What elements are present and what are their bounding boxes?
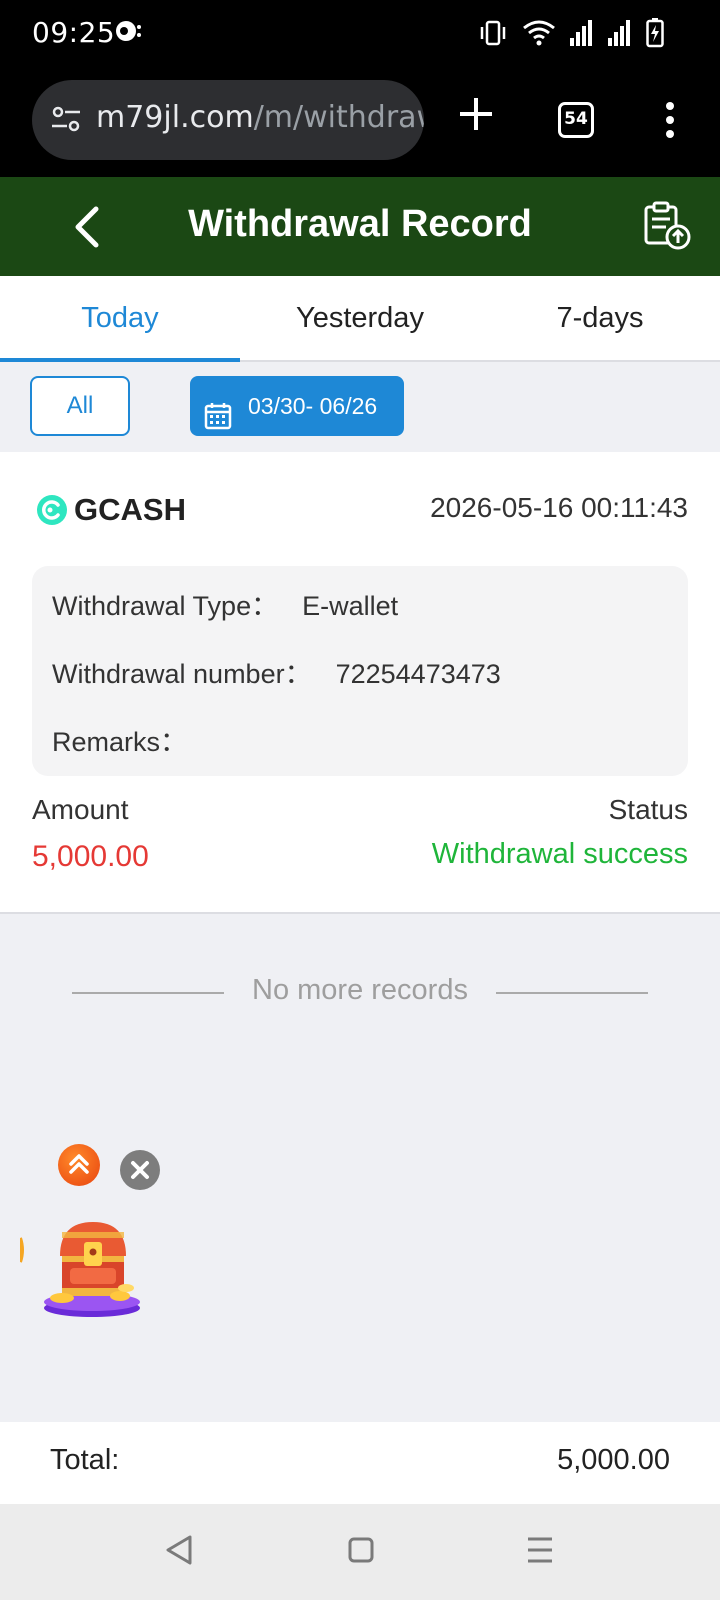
- address-bar[interactable]: m79jl.com/m/withdraw: [32, 80, 424, 160]
- status-label: Status: [608, 794, 688, 825]
- wifi-icon: [522, 19, 556, 52]
- withdrawal-record-card[interactable]: GCASH 2026-05-16 00:11:43 Withdrawal Typ…: [0, 452, 720, 914]
- double-chevron-up-icon: [69, 1154, 89, 1174]
- no-more-records-text: No more records: [252, 974, 468, 1006]
- record-datetime: 2026-05-16 00:11:43: [430, 492, 688, 523]
- amount-value: 5,000.00: [32, 840, 149, 873]
- recents-menu-icon[interactable]: [526, 1534, 554, 1571]
- site-settings-icon[interactable]: [50, 104, 82, 141]
- status-time: 09:25: [32, 16, 116, 49]
- date-tabs: Today Yesterday 7-days: [0, 276, 720, 362]
- date-range-label: 03/30- 06/26: [248, 393, 378, 419]
- page-title: Withdrawal Record: [188, 203, 532, 245]
- menu-kebab-icon[interactable]: [664, 100, 676, 145]
- filter-all-button[interactable]: All: [30, 376, 130, 436]
- withdrawal-type-label: Withdrawal Type：: [52, 591, 279, 621]
- home-square-icon[interactable]: [348, 1534, 374, 1571]
- total-value: 5,000.00: [557, 1444, 670, 1476]
- url-path: /m/withdraw: [253, 100, 424, 135]
- back-triangle-icon[interactable]: [164, 1534, 194, 1571]
- withdrawal-type-row: Withdrawal Type： E-wallet: [52, 584, 398, 623]
- amount-label: Amount: [32, 794, 129, 825]
- total-label: Total:: [50, 1444, 120, 1476]
- date-range-button[interactable]: 03/30- 06/26: [190, 376, 404, 436]
- url-host: m79jl.com: [96, 100, 254, 135]
- gcash-logo-icon: [36, 494, 68, 531]
- withdrawal-number-value: 72254473473: [335, 659, 501, 689]
- withdrawal-type-value: E-wallet: [302, 591, 399, 621]
- signal-icon: [570, 20, 594, 51]
- battery-charging-icon: [646, 18, 664, 53]
- remarks-label: Remarks：: [52, 727, 188, 757]
- total-bar: Total: 5,000.00: [0, 1422, 720, 1504]
- treasure-chest-promo-icon[interactable]: [18, 1218, 144, 1323]
- filter-bar: All 03/30- 06/26: [0, 362, 720, 452]
- payment-method: GCASH: [74, 492, 186, 527]
- status-bar: 09:25: [0, 0, 720, 66]
- scroll-top-button[interactable]: [58, 1144, 100, 1186]
- url-text[interactable]: m79jl.com/m/withdraw: [96, 100, 424, 135]
- record-details: Withdrawal Type： E-wallet Withdrawal numb…: [32, 566, 688, 776]
- list-end-indicator: No more records: [72, 972, 648, 1012]
- tab-switcher-icon[interactable]: 54: [558, 102, 594, 138]
- chat-notification-icon: [114, 18, 142, 51]
- vibrate-icon: [478, 19, 508, 52]
- browser-toolbar: m79jl.com/m/withdraw 54: [0, 66, 720, 177]
- calendar-icon: [204, 392, 232, 452]
- clipboard-upload-icon[interactable]: [642, 201, 692, 256]
- tab-7-days[interactable]: 7-days: [480, 276, 720, 360]
- divider-right: [496, 992, 648, 994]
- close-icon: [131, 1161, 149, 1179]
- signal-icon: [608, 20, 632, 51]
- tab-today[interactable]: Today: [0, 276, 240, 362]
- app-header: Withdrawal Record: [0, 177, 720, 276]
- new-tab-plus-icon[interactable]: [456, 94, 496, 139]
- withdrawal-number-label: Withdrawal number：: [52, 659, 312, 689]
- status-value: Withdrawal success: [431, 838, 688, 870]
- remarks-row: Remarks：: [52, 720, 211, 759]
- withdrawal-number-row: Withdrawal number： 72254473473: [52, 652, 501, 691]
- promo-close-button[interactable]: [120, 1150, 160, 1190]
- tab-yesterday[interactable]: Yesterday: [240, 276, 480, 360]
- system-navigation-bar: [0, 1504, 720, 1600]
